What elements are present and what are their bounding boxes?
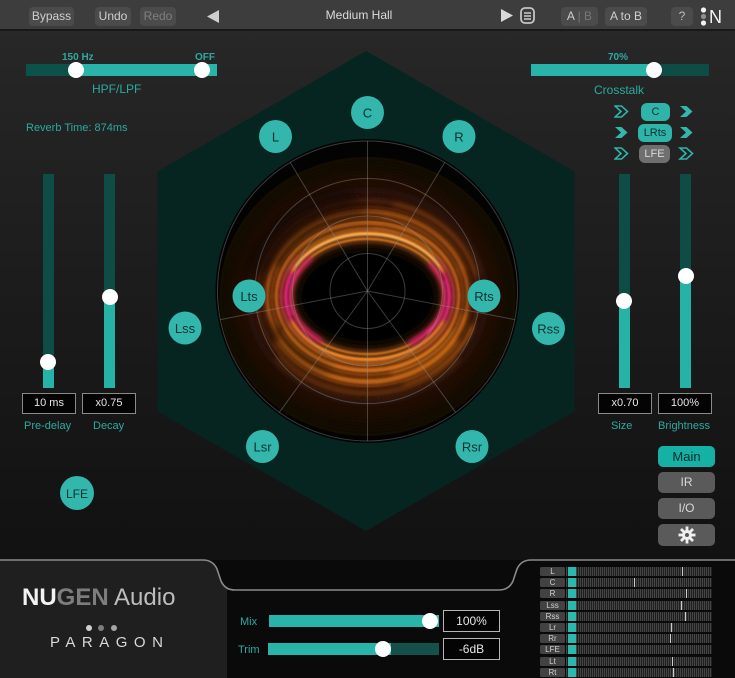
svg-text:Rss: Rss xyxy=(537,322,560,337)
svg-text:Rsr: Rsr xyxy=(462,440,483,455)
svg-text:Rts: Rts xyxy=(474,289,494,304)
svg-text:Lts: Lts xyxy=(240,289,258,304)
svg-text:LFE: LFE xyxy=(66,487,88,501)
svg-text:C: C xyxy=(363,106,372,121)
svg-text:Lss: Lss xyxy=(175,321,196,336)
svg-text:Lsr: Lsr xyxy=(253,440,272,455)
svg-text:R: R xyxy=(454,130,463,145)
svg-text:L: L xyxy=(272,130,279,145)
